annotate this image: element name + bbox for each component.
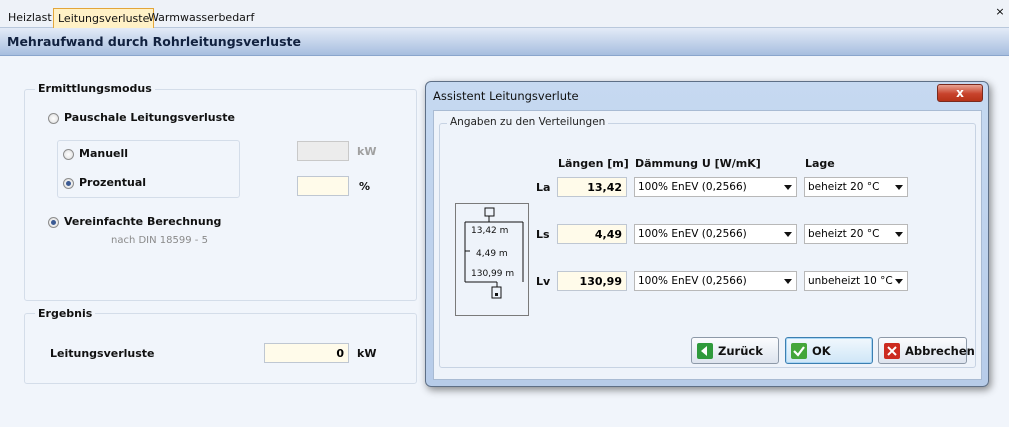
- pipe-diagram: 13,42 m 4,49 m 130,99 m: [455, 203, 529, 316]
- row-lv-label: Lv: [536, 275, 551, 288]
- chevron-down-icon: [895, 185, 903, 190]
- row-la-insulation-value: 100% EnEV (0,2566): [638, 181, 747, 193]
- chevron-down-icon: [784, 279, 792, 284]
- cancel-button[interactable]: Abbrechen: [878, 337, 975, 364]
- chevron-down-icon: [784, 185, 792, 190]
- chevron-down-icon: [895, 279, 903, 284]
- row-ls-insulation-select[interactable]: 100% EnEV (0,2566): [634, 224, 797, 244]
- simplified-note: nach DIN 18599 - 5: [111, 235, 208, 246]
- row-lv-location-value: unbeheizt 10 °C: [808, 275, 893, 287]
- checkmark-icon: [791, 343, 807, 359]
- result-value: 0: [264, 343, 349, 363]
- back-button-label: Zurück: [718, 344, 763, 358]
- row-lv-insulation-value: 100% EnEV (0,2566): [638, 275, 747, 287]
- chevron-down-icon: [784, 232, 792, 237]
- diagram-lv-label: 130,99 m: [471, 269, 515, 279]
- radio-manual[interactable]: [63, 149, 74, 160]
- close-x-icon: [884, 343, 900, 359]
- radio-simplified[interactable]: [48, 217, 59, 228]
- manual-kw-unit: kW: [357, 145, 377, 158]
- tab-strip: Heizlast Leitungsverluste Warmwasserbeda…: [0, 0, 1009, 28]
- radio-percent[interactable]: [63, 178, 74, 189]
- dialog-close-button[interactable]: x: [937, 84, 983, 102]
- page-header: Mehraufwand durch Rohrleitungsverluste: [0, 28, 1009, 56]
- row-la-location-value: beheizt 20 °C: [808, 181, 880, 193]
- ok-button-label: OK: [812, 344, 831, 358]
- radio-simplified-label[interactable]: Vereinfachte Berechnung: [64, 215, 221, 228]
- cancel-button-label: Abbrechen: [905, 344, 975, 358]
- tab-heizlast[interactable]: Heizlast: [4, 8, 56, 28]
- radio-manual-label[interactable]: Manuell: [79, 147, 128, 160]
- radio-flat-losses-label[interactable]: Pauschale Leitungsverluste: [64, 111, 235, 124]
- row-la-label: La: [536, 181, 551, 194]
- row-la-location-select[interactable]: beheizt 20 °C: [804, 177, 908, 197]
- diagram-ls-label: 4,49 m: [476, 249, 508, 259]
- row-ls-insulation-value: 100% EnEV (0,2566): [638, 228, 747, 240]
- row-ls-location-value: beheizt 20 °C: [808, 228, 880, 240]
- radio-flat-losses[interactable]: [48, 113, 59, 124]
- row-ls-length-input[interactable]: 4,49: [557, 224, 627, 244]
- dialog-body: Angaben zu den Verteilungen Längen [m] D…: [433, 110, 982, 380]
- back-button[interactable]: Zurück: [691, 337, 779, 364]
- result-label: Leitungsverluste: [50, 347, 155, 360]
- assistant-dialog: Assistent Leitungsverlute x Angaben zu d…: [425, 81, 989, 387]
- arrow-left-icon: [697, 343, 713, 359]
- col-header-insulation: Dämmung U [W/mK]: [635, 157, 761, 170]
- row-ls-location-select[interactable]: beheizt 20 °C: [804, 224, 908, 244]
- percent-unit: %: [359, 180, 371, 193]
- col-header-location: Lage: [805, 157, 835, 170]
- row-lv-location-select[interactable]: unbeheizt 10 °C: [804, 271, 908, 291]
- page-title: Mehraufwand durch Rohrleitungsverluste: [7, 34, 301, 49]
- tab-leitungsverluste[interactable]: Leitungsverluste: [53, 8, 155, 28]
- distribution-group-title: Angaben zu den Verteilungen: [447, 116, 609, 128]
- mode-group-title: Ermittlungsmodus: [35, 82, 155, 95]
- row-ls-label: Ls: [536, 228, 550, 241]
- ok-button[interactable]: OK: [785, 337, 873, 364]
- result-group-title: Ergebnis: [35, 307, 96, 320]
- chevron-down-icon: [895, 232, 903, 237]
- manual-kw-input[interactable]: [297, 141, 349, 161]
- row-lv-insulation-select[interactable]: 100% EnEV (0,2566): [634, 271, 797, 291]
- row-la-insulation-select[interactable]: 100% EnEV (0,2566): [634, 177, 797, 197]
- radio-percent-label[interactable]: Prozentual: [79, 176, 146, 189]
- diagram-la-label: 13,42 m: [471, 226, 509, 236]
- col-header-length: Längen [m]: [558, 157, 629, 170]
- row-la-length-input[interactable]: 13,42: [557, 177, 627, 197]
- percent-input[interactable]: [297, 176, 349, 196]
- row-lv-length-input[interactable]: 130,99: [557, 271, 627, 291]
- result-unit: kW: [357, 347, 377, 360]
- dialog-title: Assistent Leitungsverlute: [433, 89, 579, 103]
- close-icon[interactable]: ×: [995, 6, 1005, 17]
- pipe-diagram-lines: [464, 207, 524, 299]
- tab-warmwasserbedarf[interactable]: Warmwasserbedarf: [144, 8, 258, 28]
